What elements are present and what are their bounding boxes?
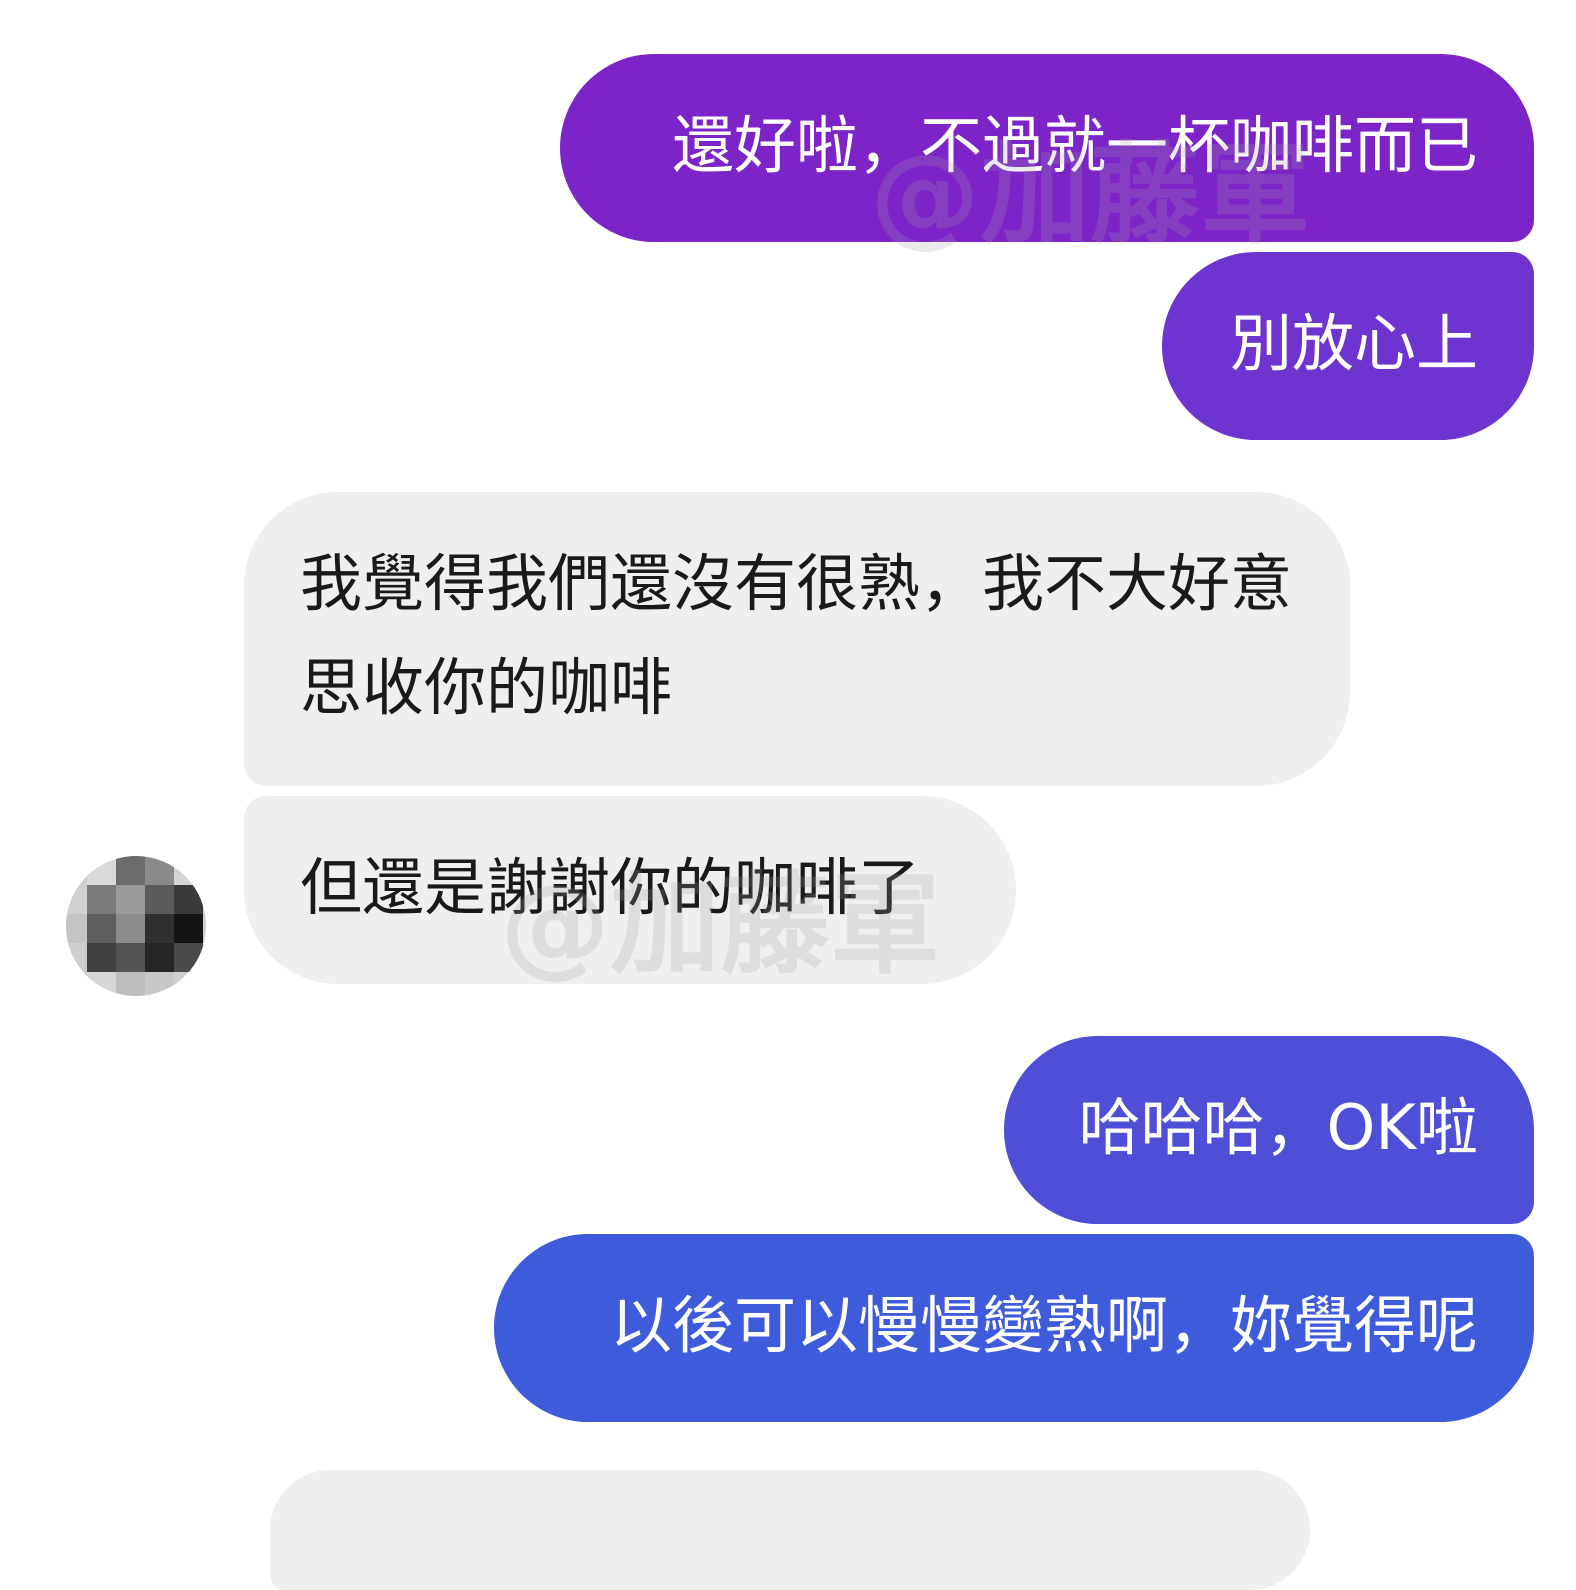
message-text: 但還是謝謝你的咖啡了: [300, 851, 921, 924]
contact-avatar[interactable]: [66, 856, 206, 996]
received-message-bubble-partial[interactable]: [270, 1470, 1310, 1590]
message-text: 還好啦，不過就一杯咖啡而已: [671, 109, 1478, 182]
sent-message-bubble[interactable]: 哈哈哈，OK啦: [1004, 1036, 1534, 1224]
sent-message-bubble[interactable]: 以後可以慢慢變熟啊，妳覺得呢: [494, 1234, 1534, 1422]
received-message-bubble[interactable]: 我覺得我們還沒有很熟，我不大好意思收你的咖啡: [244, 492, 1350, 786]
chat-thread[interactable]: 還好啦，不過就一杯咖啡而已 別放心上 我覺得我們還沒有很熟，我不大好意思收你的咖…: [0, 0, 1576, 1590]
received-message-bubble[interactable]: 但還是謝謝你的咖啡了: [244, 796, 1016, 984]
message-text: 以後可以慢慢變熟啊，妳覺得呢: [609, 1289, 1478, 1362]
message-text: 哈哈哈，OK啦: [1078, 1091, 1478, 1164]
sent-message-bubble[interactable]: 還好啦，不過就一杯咖啡而已: [560, 54, 1534, 242]
message-text: 別放心上: [1229, 307, 1478, 380]
sent-message-bubble[interactable]: 別放心上: [1162, 252, 1534, 440]
message-text: 我覺得我們還沒有很熟，我不大好意思收你的咖啡: [300, 547, 1293, 724]
pixelated-avatar-icon: [66, 856, 206, 996]
